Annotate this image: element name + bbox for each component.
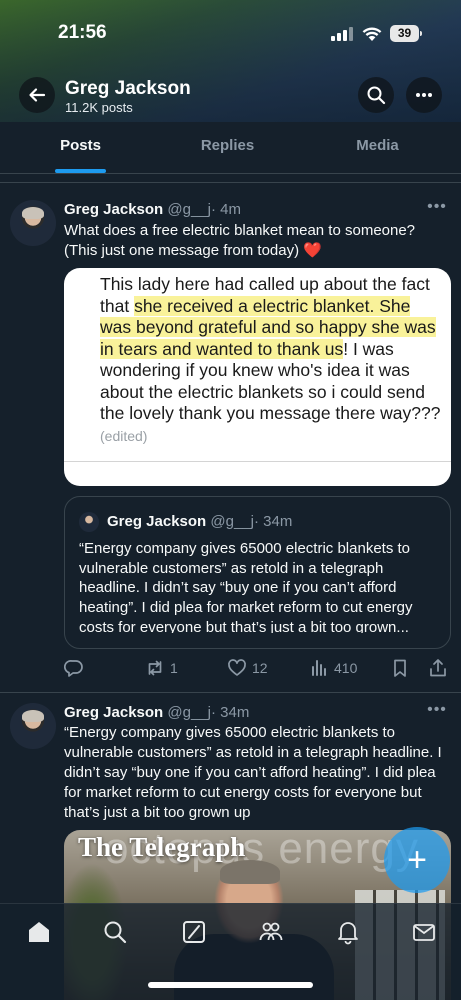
- nav-home[interactable]: [25, 918, 53, 946]
- quoted-post-text: “Energy company gives 65000 electric bla…: [79, 540, 413, 633]
- more-options-button[interactable]: [406, 77, 442, 113]
- author-name[interactable]: Greg Jackson: [64, 704, 163, 721]
- more-icon: [416, 93, 432, 97]
- author-name[interactable]: Greg Jackson: [64, 201, 163, 218]
- view-count: 410: [334, 660, 358, 676]
- post-time: · 34m: [210, 704, 250, 721]
- post-actions: 1 12 410: [64, 656, 451, 680]
- explore-icon: [104, 921, 127, 944]
- post-text: What does a free electric blanket mean t…: [64, 222, 416, 259]
- nav-grok[interactable]: [180, 918, 208, 946]
- nav-messages[interactable]: [410, 918, 438, 946]
- message-screenshot-text: This lady here had called up about the f…: [100, 274, 441, 444]
- back-arrow-icon: [29, 88, 46, 102]
- photo-person-hair: [220, 860, 280, 884]
- grok-icon: [183, 921, 205, 943]
- bookmark-button[interactable]: [390, 656, 410, 680]
- post-header: Greg Jackson @g__j· 34m: [64, 704, 249, 721]
- compose-post-button[interactable]: +: [384, 827, 450, 893]
- bookmark-icon: [394, 659, 406, 677]
- divider: [0, 182, 461, 183]
- post-header: Greg Jackson @g__j· 4m: [64, 201, 241, 218]
- battery-indicator: 39: [390, 25, 422, 42]
- profile-tabs: Posts Replies Media: [0, 122, 461, 174]
- edited-label: (edited): [100, 427, 148, 444]
- author-name: Greg Jackson: [107, 513, 207, 530]
- post-image[interactable]: This lady here had called up about the f…: [64, 268, 451, 486]
- telegraph-masthead: The Telegraph: [78, 832, 246, 862]
- post-time: · 4m: [210, 201, 241, 218]
- repost-count: 1: [170, 660, 178, 676]
- post[interactable]: Greg Jackson @g__j· 4m ••• What does a f…: [0, 198, 461, 692]
- back-button[interactable]: [19, 77, 55, 113]
- wifi-icon: [362, 27, 382, 41]
- profile-header: 21:56 39 Greg Jackson 11.2K posts: [0, 0, 461, 122]
- post-time: · 34m: [253, 513, 293, 530]
- reply-icon: [64, 660, 83, 677]
- quoted-post-header: Greg Jackson @g__j· 34m: [107, 513, 292, 530]
- nav-explore[interactable]: [101, 918, 129, 946]
- cellular-signal-icon: [331, 27, 353, 41]
- author-handle: @g__j: [210, 513, 254, 530]
- repost-icon: [148, 660, 162, 676]
- tab-replies[interactable]: Replies: [151, 122, 304, 174]
- home-indicator[interactable]: [148, 982, 313, 988]
- views-button[interactable]: 410: [309, 656, 357, 680]
- profile-name: Greg Jackson: [65, 78, 191, 99]
- tab-posts[interactable]: Posts: [4, 122, 157, 174]
- divider: [64, 461, 451, 462]
- reply-button[interactable]: [64, 656, 89, 680]
- home-icon: [29, 922, 49, 942]
- nav-communities[interactable]: [257, 918, 285, 946]
- post-text: “Energy company gives 65000 electric bla…: [64, 724, 442, 821]
- author-handle: @g__j: [167, 201, 211, 218]
- divider: [0, 692, 461, 693]
- like-count: 12: [252, 660, 268, 676]
- search-button[interactable]: [358, 77, 394, 113]
- avatar[interactable]: [10, 703, 56, 749]
- communities-icon: [259, 922, 283, 941]
- post-more-button[interactable]: •••: [425, 198, 449, 216]
- quoted-post[interactable]: Greg Jackson @g__j· 34m “Energy company …: [64, 496, 451, 649]
- nav-notifications[interactable]: [334, 918, 362, 946]
- profile-post-count: 11.2K posts: [65, 100, 133, 115]
- author-handle: @g__j: [167, 704, 211, 721]
- like-icon: [228, 659, 246, 676]
- search-icon: [367, 86, 386, 105]
- notifications-icon: [338, 922, 358, 945]
- repost-button[interactable]: 1: [145, 656, 178, 680]
- share-icon: [430, 659, 446, 677]
- share-button[interactable]: [428, 656, 448, 680]
- post-more-button[interactable]: •••: [425, 701, 449, 719]
- active-tab-indicator: [55, 169, 106, 173]
- avatar[interactable]: [10, 200, 56, 246]
- tab-media[interactable]: Media: [301, 122, 454, 174]
- status-bar: 21:56 39: [0, 0, 461, 60]
- status-time: 21:56: [58, 22, 107, 43]
- messages-icon: [413, 924, 435, 941]
- views-icon: [312, 660, 326, 676]
- avatar: [79, 512, 99, 532]
- like-button[interactable]: 12: [227, 656, 268, 680]
